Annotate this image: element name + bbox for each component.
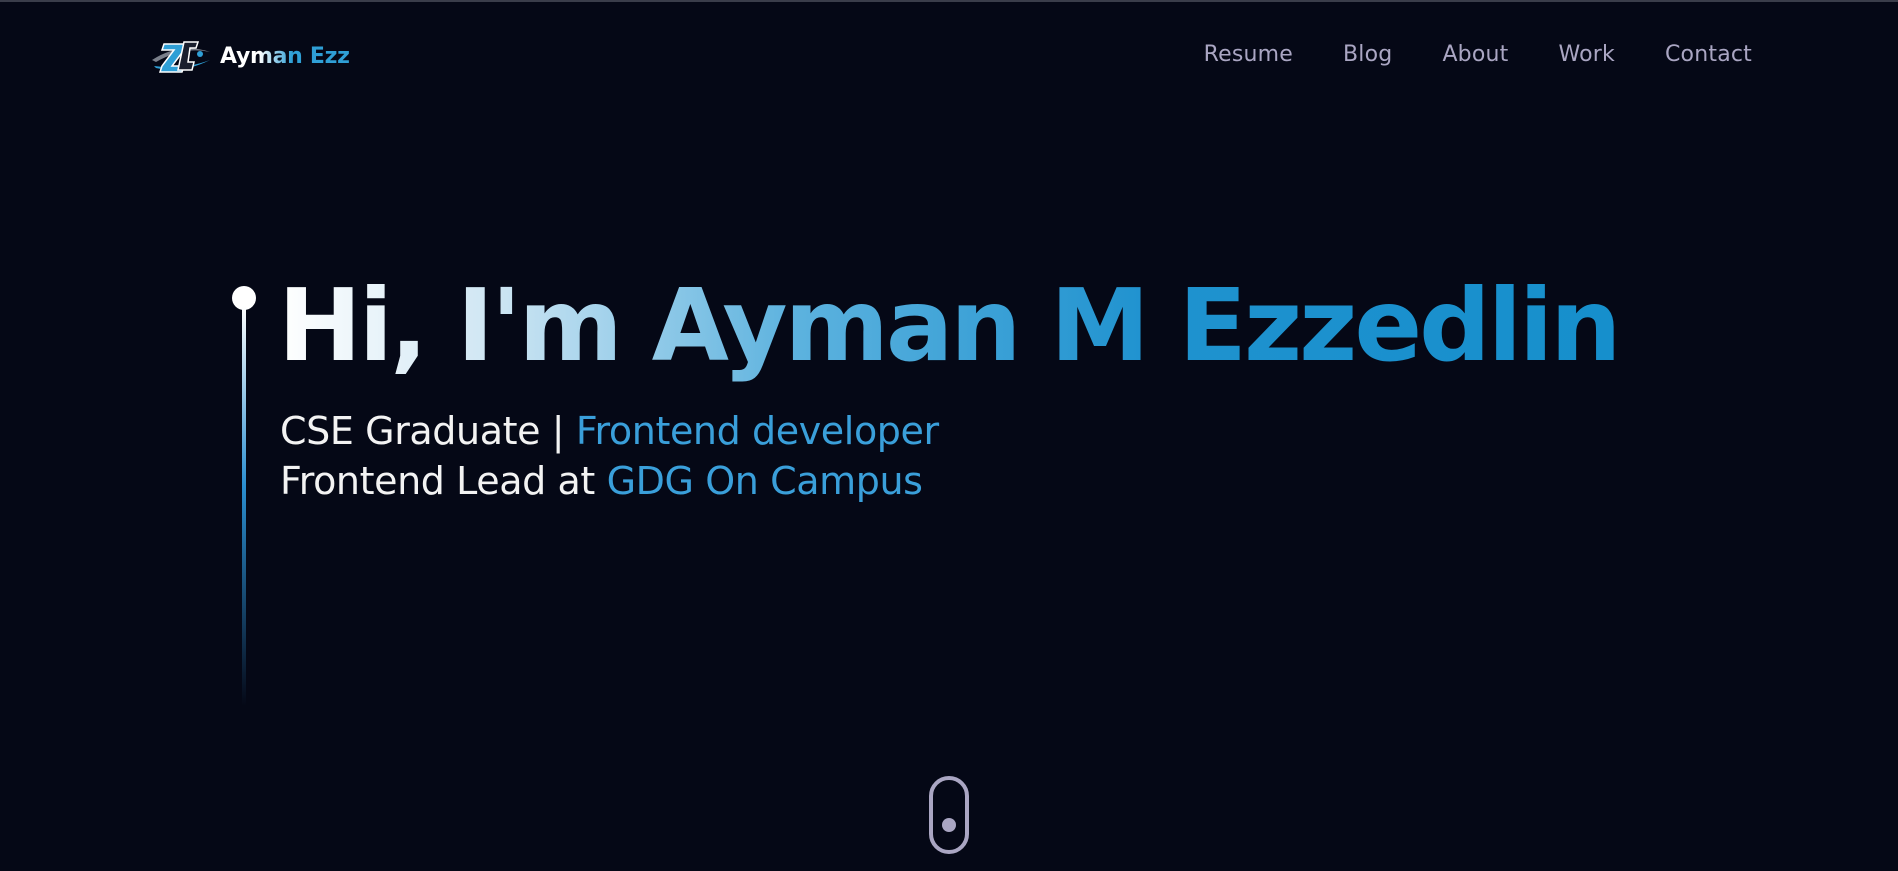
hero-subtitle-line1-prefix: CSE Graduate |: [280, 409, 565, 453]
nav-item-about: About: [1442, 42, 1508, 67]
scroll-dot: [942, 818, 956, 832]
nav-link-about[interactable]: About: [1442, 42, 1508, 67]
mouse-scroll-icon[interactable]: [929, 776, 969, 854]
brand-home-link[interactable]: Ayman Ezz: [150, 38, 350, 74]
hero-subtitle-line2-prefix: Frontend Lead at: [280, 459, 595, 503]
hero-timeline-decoration: [232, 286, 256, 716]
hero-title: Hi, I'm Ayman M Ezzedlin: [278, 267, 1621, 384]
nav-link-work[interactable]: Work: [1558, 42, 1615, 67]
brand-name: Ayman Ezz: [220, 43, 350, 69]
nav-item-blog: Blog: [1343, 42, 1392, 67]
nav-links: Resume Blog About Work Contact: [1204, 42, 1752, 67]
hero-subtitle-line2-accent: GDG On Campus: [606, 459, 923, 503]
nav-item-work: Work: [1558, 42, 1615, 67]
page: Ayman Ezz Resume Blog About Work Contact…: [0, 0, 1898, 871]
nav-link-blog[interactable]: Blog: [1343, 42, 1392, 67]
hero-subtitle: CSE Graduate | Frontend developer Fronte…: [280, 406, 939, 506]
nav-item-resume: Resume: [1204, 42, 1293, 67]
nav-item-contact: Contact: [1665, 42, 1752, 67]
nav-link-resume[interactable]: Resume: [1204, 42, 1293, 67]
nav-link-contact[interactable]: Contact: [1665, 42, 1752, 67]
hero-subtitle-line1-accent: Frontend developer: [575, 409, 939, 453]
navbar: Ayman Ezz Resume Blog About Work Contact: [0, 2, 1898, 114]
az-logo-icon: [152, 41, 210, 73]
timeline-bar: [242, 306, 246, 706]
